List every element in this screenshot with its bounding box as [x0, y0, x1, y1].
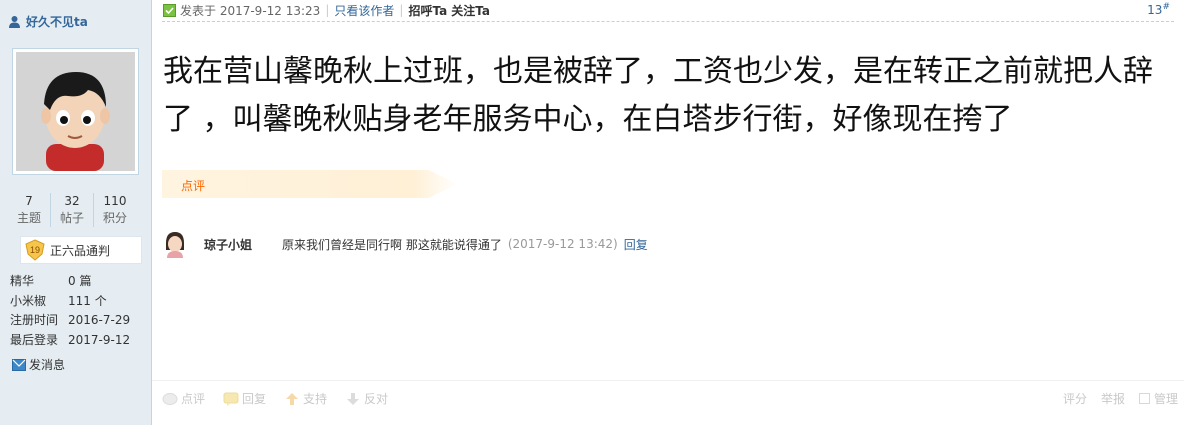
- stat-points[interactable]: 110 积分: [93, 193, 136, 227]
- report-button[interactable]: 举报: [1101, 390, 1125, 407]
- author-name: 好久不见ta: [26, 15, 88, 29]
- stat-points-label: 积分: [102, 211, 127, 225]
- commenter-avatar[interactable]: [162, 230, 188, 258]
- comment-text: 原来我们曾经是同行啊 那这就能说得通了: [282, 237, 502, 252]
- manage-label: 管理: [1153, 392, 1178, 406]
- mail-icon: [12, 358, 26, 371]
- author-name-link[interactable]: 好久不见ta: [8, 13, 88, 30]
- stat-posts[interactable]: 32 帖子: [50, 193, 93, 227]
- info-key: 最后登录: [10, 332, 59, 347]
- send-message-link[interactable]: 发消息: [12, 356, 65, 373]
- post-content: 我在营山馨晚秋上过班，也是被辞了，工资也少发，是在转正之前就把人辞了 ，叫馨晚秋…: [163, 54, 1153, 137]
- person-icon: [9, 16, 20, 28]
- info-value: 111 个: [68, 293, 107, 308]
- post-admin-actions: 评分 举报 管理: [1063, 390, 1178, 407]
- comment-tab-label: 点评: [181, 179, 206, 193]
- divider: |: [325, 3, 330, 17]
- comment-button[interactable]: 点评: [162, 390, 205, 407]
- commenter-name[interactable]: 琼子小姐: [204, 236, 282, 253]
- floor-number[interactable]: 13#: [1147, 2, 1170, 17]
- info-value: 2016-7-29: [68, 313, 131, 327]
- forum-post: 好久不见ta 7 主题 32 帖子 110 积分 19 正六品通判 精华 0 篇…: [0, 0, 1184, 425]
- rate-button[interactable]: 评分: [1063, 390, 1087, 407]
- oppose-button[interactable]: 反对: [345, 390, 388, 407]
- floor-num: 13: [1147, 3, 1163, 17]
- avatar: [16, 52, 135, 171]
- thumb-down-icon: [347, 392, 360, 405]
- info-row: 最后登录 2017-9-12: [10, 331, 130, 351]
- oppose-button-label: 反对: [364, 392, 389, 406]
- rank-level: 19: [30, 245, 40, 255]
- support-button[interactable]: 支持: [284, 390, 327, 407]
- comment-icon: [162, 392, 178, 405]
- comment-button-label: 点评: [181, 392, 206, 406]
- info-row: 注册时间 2016-7-29: [10, 311, 130, 331]
- footer-divider: [152, 380, 1184, 381]
- info-value: 2017-9-12: [68, 332, 131, 347]
- info-value: 0 篇: [68, 274, 92, 288]
- rank-badge[interactable]: 19 正六品通判: [20, 236, 142, 264]
- post-header: 发表于 2017-9-12 13:23 | 只看该作者 | 招呼Ta 关注Ta: [163, 0, 1174, 20]
- only-author-link[interactable]: 只看该作者: [334, 2, 394, 19]
- stat-topics-num: 7: [25, 194, 33, 208]
- author-info-list: 精华 0 篇 小米椒 111 个 注册时间 2016-7-29 最后登录 201…: [10, 272, 130, 350]
- stat-posts-num: 32: [64, 194, 80, 208]
- support-button-label: 支持: [303, 392, 328, 406]
- reply-icon: [223, 392, 239, 406]
- info-key: 注册时间: [10, 313, 59, 327]
- info-key: 小米椒: [10, 293, 47, 308]
- author-avatar-frame[interactable]: [12, 48, 139, 175]
- thumb-up-icon: [286, 392, 299, 405]
- info-row: 精华 0 篇: [10, 272, 130, 292]
- stat-points-num: 110: [103, 194, 127, 208]
- author-stats: 7 主题 32 帖子 110 积分: [8, 193, 136, 227]
- info-row: 小米椒 111 个: [10, 292, 130, 312]
- stat-posts-label: 帖子: [59, 211, 84, 225]
- header-divider: [162, 21, 1174, 22]
- post-actions: 点评 回复 支持 反对: [162, 390, 388, 407]
- divider: |: [399, 3, 404, 17]
- comment-item: 琼子小姐 原来我们曾经是同行啊 那这就能说得通了 (2017-9-12 13:4…: [162, 230, 648, 258]
- comment-section-tab: 点评: [162, 170, 458, 198]
- stat-topics[interactable]: 7 主题: [8, 193, 50, 227]
- floor-mark: #: [1162, 2, 1170, 12]
- comment-reply-link[interactable]: 回复: [624, 236, 648, 253]
- post-date: 发表于 2017-9-12 13:23: [180, 3, 321, 18]
- reply-button-label: 回复: [242, 392, 267, 406]
- info-key: 精华: [10, 274, 35, 288]
- medal-icon: 19: [25, 239, 45, 261]
- comment-time: (2017-9-12 13:42): [507, 237, 618, 251]
- manage-checkbox[interactable]: [1138, 393, 1150, 404]
- rank-title: 正六品通判: [50, 243, 111, 258]
- author-sidebar: 好久不见ta 7 主题 32 帖子 110 积分 19 正六品通判 精华 0 篇…: [0, 0, 152, 425]
- greet-link[interactable]: 招呼Ta: [408, 2, 447, 19]
- manage-toggle[interactable]: 管理: [1138, 390, 1178, 407]
- reply-button[interactable]: 回复: [223, 390, 266, 407]
- follow-link[interactable]: 关注Ta: [451, 2, 490, 19]
- send-message-label: 发消息: [29, 358, 66, 372]
- stat-topics-label: 主题: [16, 211, 41, 225]
- online-status-icon: [163, 3, 176, 17]
